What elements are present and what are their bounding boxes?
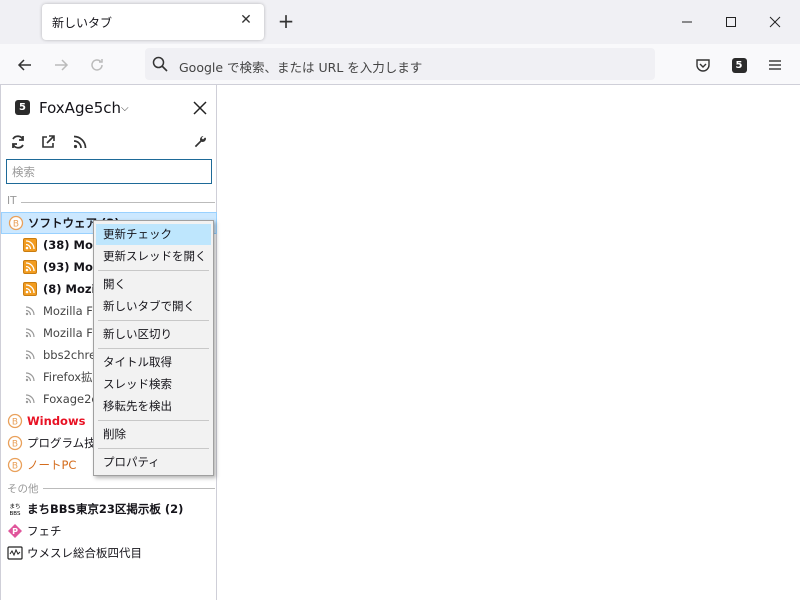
board-icon: B bbox=[7, 435, 23, 451]
menu-item-delete[interactable]: 削除 bbox=[96, 424, 211, 445]
maximize-button[interactable] bbox=[708, 0, 754, 44]
forward-arrow-icon bbox=[55, 59, 69, 71]
umesure-icon bbox=[7, 545, 23, 561]
menu-item-detect-move[interactable]: 移転先を検出 bbox=[96, 396, 211, 417]
tab-new-tab[interactable]: 新しいタブ ✕ bbox=[42, 4, 264, 40]
menu-item-open[interactable]: 開く bbox=[96, 274, 211, 295]
rss-gray-icon bbox=[23, 370, 37, 384]
tree-label: Windows bbox=[27, 414, 86, 428]
sidebar-search-input[interactable] bbox=[6, 159, 212, 184]
rss-gray-icon bbox=[23, 348, 37, 362]
minimize-button[interactable] bbox=[664, 0, 710, 44]
rss-gray-icon bbox=[23, 326, 37, 340]
reload-button[interactable] bbox=[84, 52, 110, 78]
open-updated-button[interactable] bbox=[39, 133, 57, 151]
menu-separator bbox=[98, 448, 209, 449]
hamburger-menu-icon bbox=[769, 60, 781, 70]
menu-item-thread-search[interactable]: スレッド検索 bbox=[96, 374, 211, 395]
tab-strip: 新しいタブ ✕ + bbox=[0, 0, 800, 44]
rss-gray-icon bbox=[23, 392, 37, 406]
page-content[interactable] bbox=[218, 86, 800, 600]
back-button[interactable] bbox=[12, 52, 38, 78]
svg-text:B: B bbox=[13, 220, 19, 230]
board-icon: B bbox=[8, 215, 24, 231]
search-icon bbox=[152, 56, 168, 72]
reload-icon bbox=[91, 59, 103, 71]
svg-text:B: B bbox=[12, 462, 18, 472]
pocket-button[interactable] bbox=[690, 52, 716, 78]
svg-text:B: B bbox=[12, 440, 18, 450]
rss-button[interactable] bbox=[71, 133, 89, 151]
board-icon: B bbox=[7, 457, 23, 473]
menu-item-fetch-title[interactable]: タイトル取得 bbox=[96, 352, 211, 373]
settings-button[interactable] bbox=[191, 133, 209, 151]
rss-icon bbox=[23, 260, 37, 274]
sidebar-header: 5 FoxAge5ch ⌵ bbox=[1, 85, 217, 129]
separator-label: IT bbox=[7, 195, 21, 207]
nav-toolbar: Google で検索、または URL を入力します 5 bbox=[0, 44, 800, 85]
url-placeholder: Google で検索、または URL を入力します bbox=[179, 60, 423, 75]
foxage-extension-button[interactable]: 5 bbox=[726, 52, 752, 78]
tree-board-machi-bbs[interactable]: まち BBS まちBBS東京23区掲示板 (2) bbox=[1, 498, 217, 520]
rss-icon bbox=[23, 238, 37, 252]
menu-item-check-updates[interactable]: 更新チェック bbox=[96, 224, 211, 245]
menu-item-properties[interactable]: プロパティ bbox=[96, 452, 211, 473]
tree-label: ノートPC bbox=[27, 458, 77, 472]
tab-close-icon[interactable]: ✕ bbox=[238, 12, 254, 28]
sidebar-title[interactable]: FoxAge5ch bbox=[39, 99, 121, 117]
menu-separator bbox=[98, 270, 209, 271]
rss-feed-icon bbox=[73, 135, 87, 149]
foxage-5-icon: 5 bbox=[731, 57, 747, 73]
new-tab-button[interactable]: + bbox=[275, 10, 297, 32]
tab-title: 新しいタブ bbox=[52, 16, 113, 30]
rss-icon bbox=[23, 282, 37, 296]
tree-label: フェチ bbox=[27, 524, 62, 538]
tree-label: まちBBS東京23区掲示板 (2) bbox=[27, 502, 184, 516]
svg-text:BBS: BBS bbox=[10, 511, 21, 517]
machi-bbs-icon: まち BBS bbox=[7, 501, 23, 517]
svg-text:B: B bbox=[12, 418, 18, 428]
close-window-button[interactable] bbox=[752, 0, 798, 44]
pink-p-icon: P bbox=[7, 523, 23, 539]
tree-board-umesure[interactable]: ウメスレ総合板四代目 bbox=[1, 542, 217, 564]
forward-button[interactable] bbox=[48, 52, 74, 78]
rss-gray-icon bbox=[23, 304, 37, 318]
url-bar[interactable]: Google で検索、または URL を入力します bbox=[145, 48, 655, 80]
back-arrow-icon bbox=[17, 59, 31, 71]
refresh-icon bbox=[12, 135, 24, 149]
menu-separator bbox=[98, 320, 209, 321]
separator-it: IT bbox=[7, 195, 215, 207]
separator-label: その他 bbox=[7, 483, 43, 495]
menu-item-new-separator[interactable]: 新しい区切り bbox=[96, 324, 211, 345]
foxage-logo-icon: 5 bbox=[15, 100, 30, 115]
chevron-down-icon[interactable]: ⌵ bbox=[121, 103, 129, 114]
menu-item-open-new-tab[interactable]: 新しいタブで開く bbox=[96, 296, 211, 317]
board-icon: B bbox=[7, 413, 23, 429]
close-icon bbox=[193, 101, 207, 115]
check-updates-button[interactable] bbox=[9, 133, 27, 151]
menu-separator bbox=[98, 420, 209, 421]
wrench-icon bbox=[194, 136, 206, 148]
menu-button[interactable] bbox=[762, 52, 788, 78]
tree-label: ウメスレ総合板四代目 bbox=[27, 546, 142, 560]
separator-other: その他 bbox=[7, 481, 215, 495]
tree-board-fetish[interactable]: P フェチ bbox=[1, 520, 217, 542]
svg-text:まち: まち bbox=[9, 503, 20, 510]
svg-text:P: P bbox=[12, 527, 18, 536]
context-menu: 更新チェック 更新スレッドを開く 開く 新しいタブで開く 新しい区切り タイトル… bbox=[93, 220, 214, 476]
menu-item-open-updated[interactable]: 更新スレッドを開く bbox=[96, 246, 211, 267]
pocket-icon bbox=[696, 59, 710, 72]
external-link-icon bbox=[42, 135, 55, 148]
sidebar-close-button[interactable] bbox=[191, 99, 209, 117]
menu-separator bbox=[98, 348, 209, 349]
